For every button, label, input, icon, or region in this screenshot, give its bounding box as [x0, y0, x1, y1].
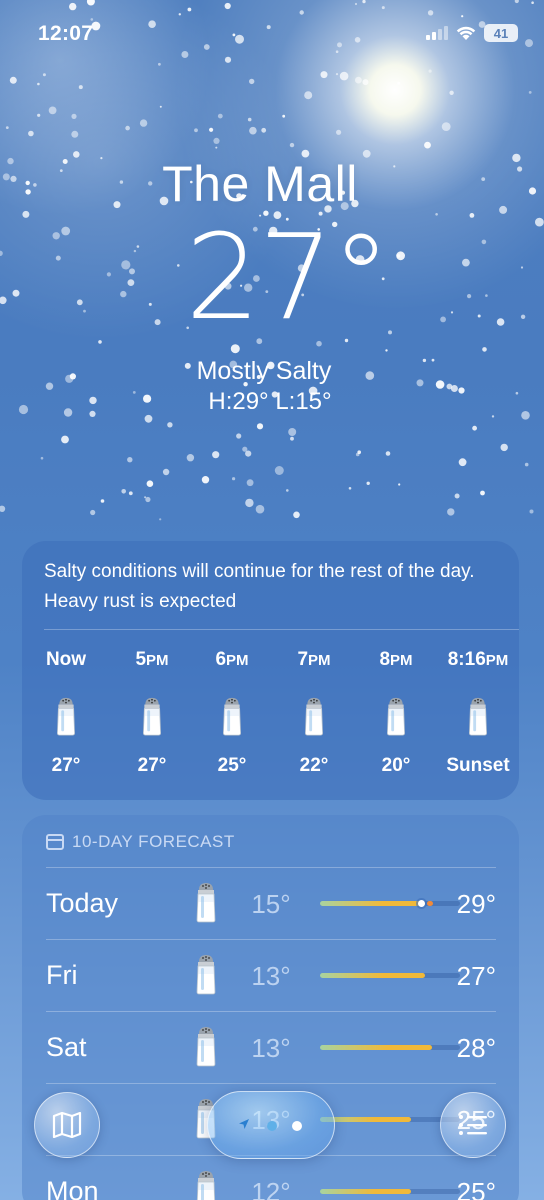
forecast-day-row[interactable]: Mon 12° 25° — [46, 1155, 496, 1200]
forecast-low: 13° — [251, 961, 291, 991]
forecast-day-row[interactable]: Today 15° 29° — [46, 867, 496, 938]
hourly-item: 6PM 25° — [192, 649, 272, 777]
high-low-temperature: H:29° L:15° — [208, 388, 332, 415]
forecast-header-label: 10-DAY FORECAST — [72, 832, 235, 851]
hourly-time-value: 7 — [297, 649, 309, 670]
hourly-temp: 22° — [299, 755, 329, 776]
hourly-time-value: 8:16 — [447, 649, 486, 670]
salt-shaker-icon — [194, 1168, 218, 1200]
hourly-temp: Sunset — [446, 755, 510, 776]
forecast-header: 10-DAY FORECAST — [46, 832, 235, 852]
forecast-day-name: Mon — [46, 1176, 99, 1200]
hourly-time: 5PM — [112, 649, 192, 673]
salt-shaker-icon — [302, 695, 326, 737]
hourly-temp: 27° — [51, 755, 81, 776]
forecast-high: 25° — [456, 1177, 496, 1200]
hourly-time: Now — [26, 649, 106, 673]
salt-shaker-icon — [384, 695, 408, 737]
forecast-low: 12° — [251, 1177, 291, 1200]
hourly-forecast-card[interactable]: Salty conditions will continue for the r… — [22, 541, 519, 800]
forecast-day-row[interactable]: Fri 13° 27° — [46, 939, 496, 1010]
list-icon — [459, 1115, 487, 1135]
page-dot[interactable] — [267, 1121, 277, 1131]
calendar-icon — [46, 834, 64, 850]
hourly-time-value: Now — [45, 649, 87, 670]
hourly-summary-text: Salty conditions will continue for the r… — [44, 561, 475, 612]
salt-shaker-icon — [194, 1024, 218, 1068]
hourly-time: 8PM — [356, 649, 436, 673]
salt-shaker-icon — [194, 952, 218, 996]
salt-shaker-icon — [194, 880, 218, 924]
location-arrow-icon — [239, 1119, 249, 1129]
temperature-range-fill — [320, 1045, 432, 1050]
forecast-high: 29° — [456, 889, 496, 919]
hourly-time-suffix: PM — [146, 652, 169, 669]
hourly-item: 8:16PM Sunset — [438, 649, 518, 777]
map-icon — [52, 1112, 82, 1138]
hourly-item: 8PM 20° — [356, 649, 436, 777]
location-name: The Mall — [162, 156, 358, 212]
temperature-range-fill — [320, 1189, 411, 1194]
hourly-item: 5PM 27° — [112, 649, 192, 777]
hourly-time: 6PM — [192, 649, 272, 673]
current-condition: Mostly Salty — [196, 357, 332, 385]
salt-shaker-icon — [140, 695, 164, 737]
salt-shaker-icon — [220, 695, 244, 737]
forecast-day-row[interactable]: Sat 13° 28° — [46, 1011, 496, 1082]
hourly-time-value: 6 — [215, 649, 227, 670]
hourly-item: Now 27° — [26, 649, 106, 777]
forecast-high: 27° — [456, 961, 496, 991]
current-temp-marker — [417, 900, 425, 907]
current-temperature: 27° — [185, 208, 390, 346]
salt-shaker-icon — [54, 695, 78, 737]
salt-shaker-icon — [466, 695, 490, 737]
battery-indicator: 41 — [484, 24, 518, 42]
hourly-time-suffix: PM — [485, 652, 509, 669]
hourly-item: 7PM 22° — [274, 649, 354, 777]
hourly-temp: 25° — [217, 755, 247, 776]
status-icons: 41 — [426, 24, 518, 42]
status-time: 12:07 — [38, 22, 94, 45]
temperature-range-fill — [320, 973, 425, 978]
forecast-day-name: Sat — [46, 1032, 87, 1062]
cellular-signal-icon — [426, 26, 448, 40]
forecast-low: 13° — [251, 1033, 291, 1063]
hourly-time-suffix: PM — [390, 652, 413, 669]
hourly-divider — [44, 629, 519, 630]
page-dot-active[interactable] — [292, 1121, 302, 1131]
location-list-button[interactable] — [440, 1092, 506, 1158]
hourly-time-suffix: PM — [226, 652, 249, 669]
hourly-time: 8:16PM — [438, 649, 518, 673]
hourly-time: 7PM — [274, 649, 354, 673]
temperature-range-fill — [320, 901, 425, 906]
forecast-day-name: Today — [46, 888, 119, 918]
hourly-temp: 20° — [381, 755, 411, 776]
hourly-temp: 27° — [137, 755, 167, 776]
forecast-day-name: Fri — [46, 960, 78, 990]
hourly-time-value: 5 — [135, 649, 147, 670]
hourly-time-value: 8 — [379, 649, 391, 670]
map-button[interactable] — [34, 1092, 100, 1158]
forecast-low: 15° — [251, 889, 291, 919]
wifi-icon — [456, 26, 476, 40]
forecast-high: 28° — [456, 1033, 496, 1063]
hourly-time-suffix: PM — [308, 652, 331, 669]
